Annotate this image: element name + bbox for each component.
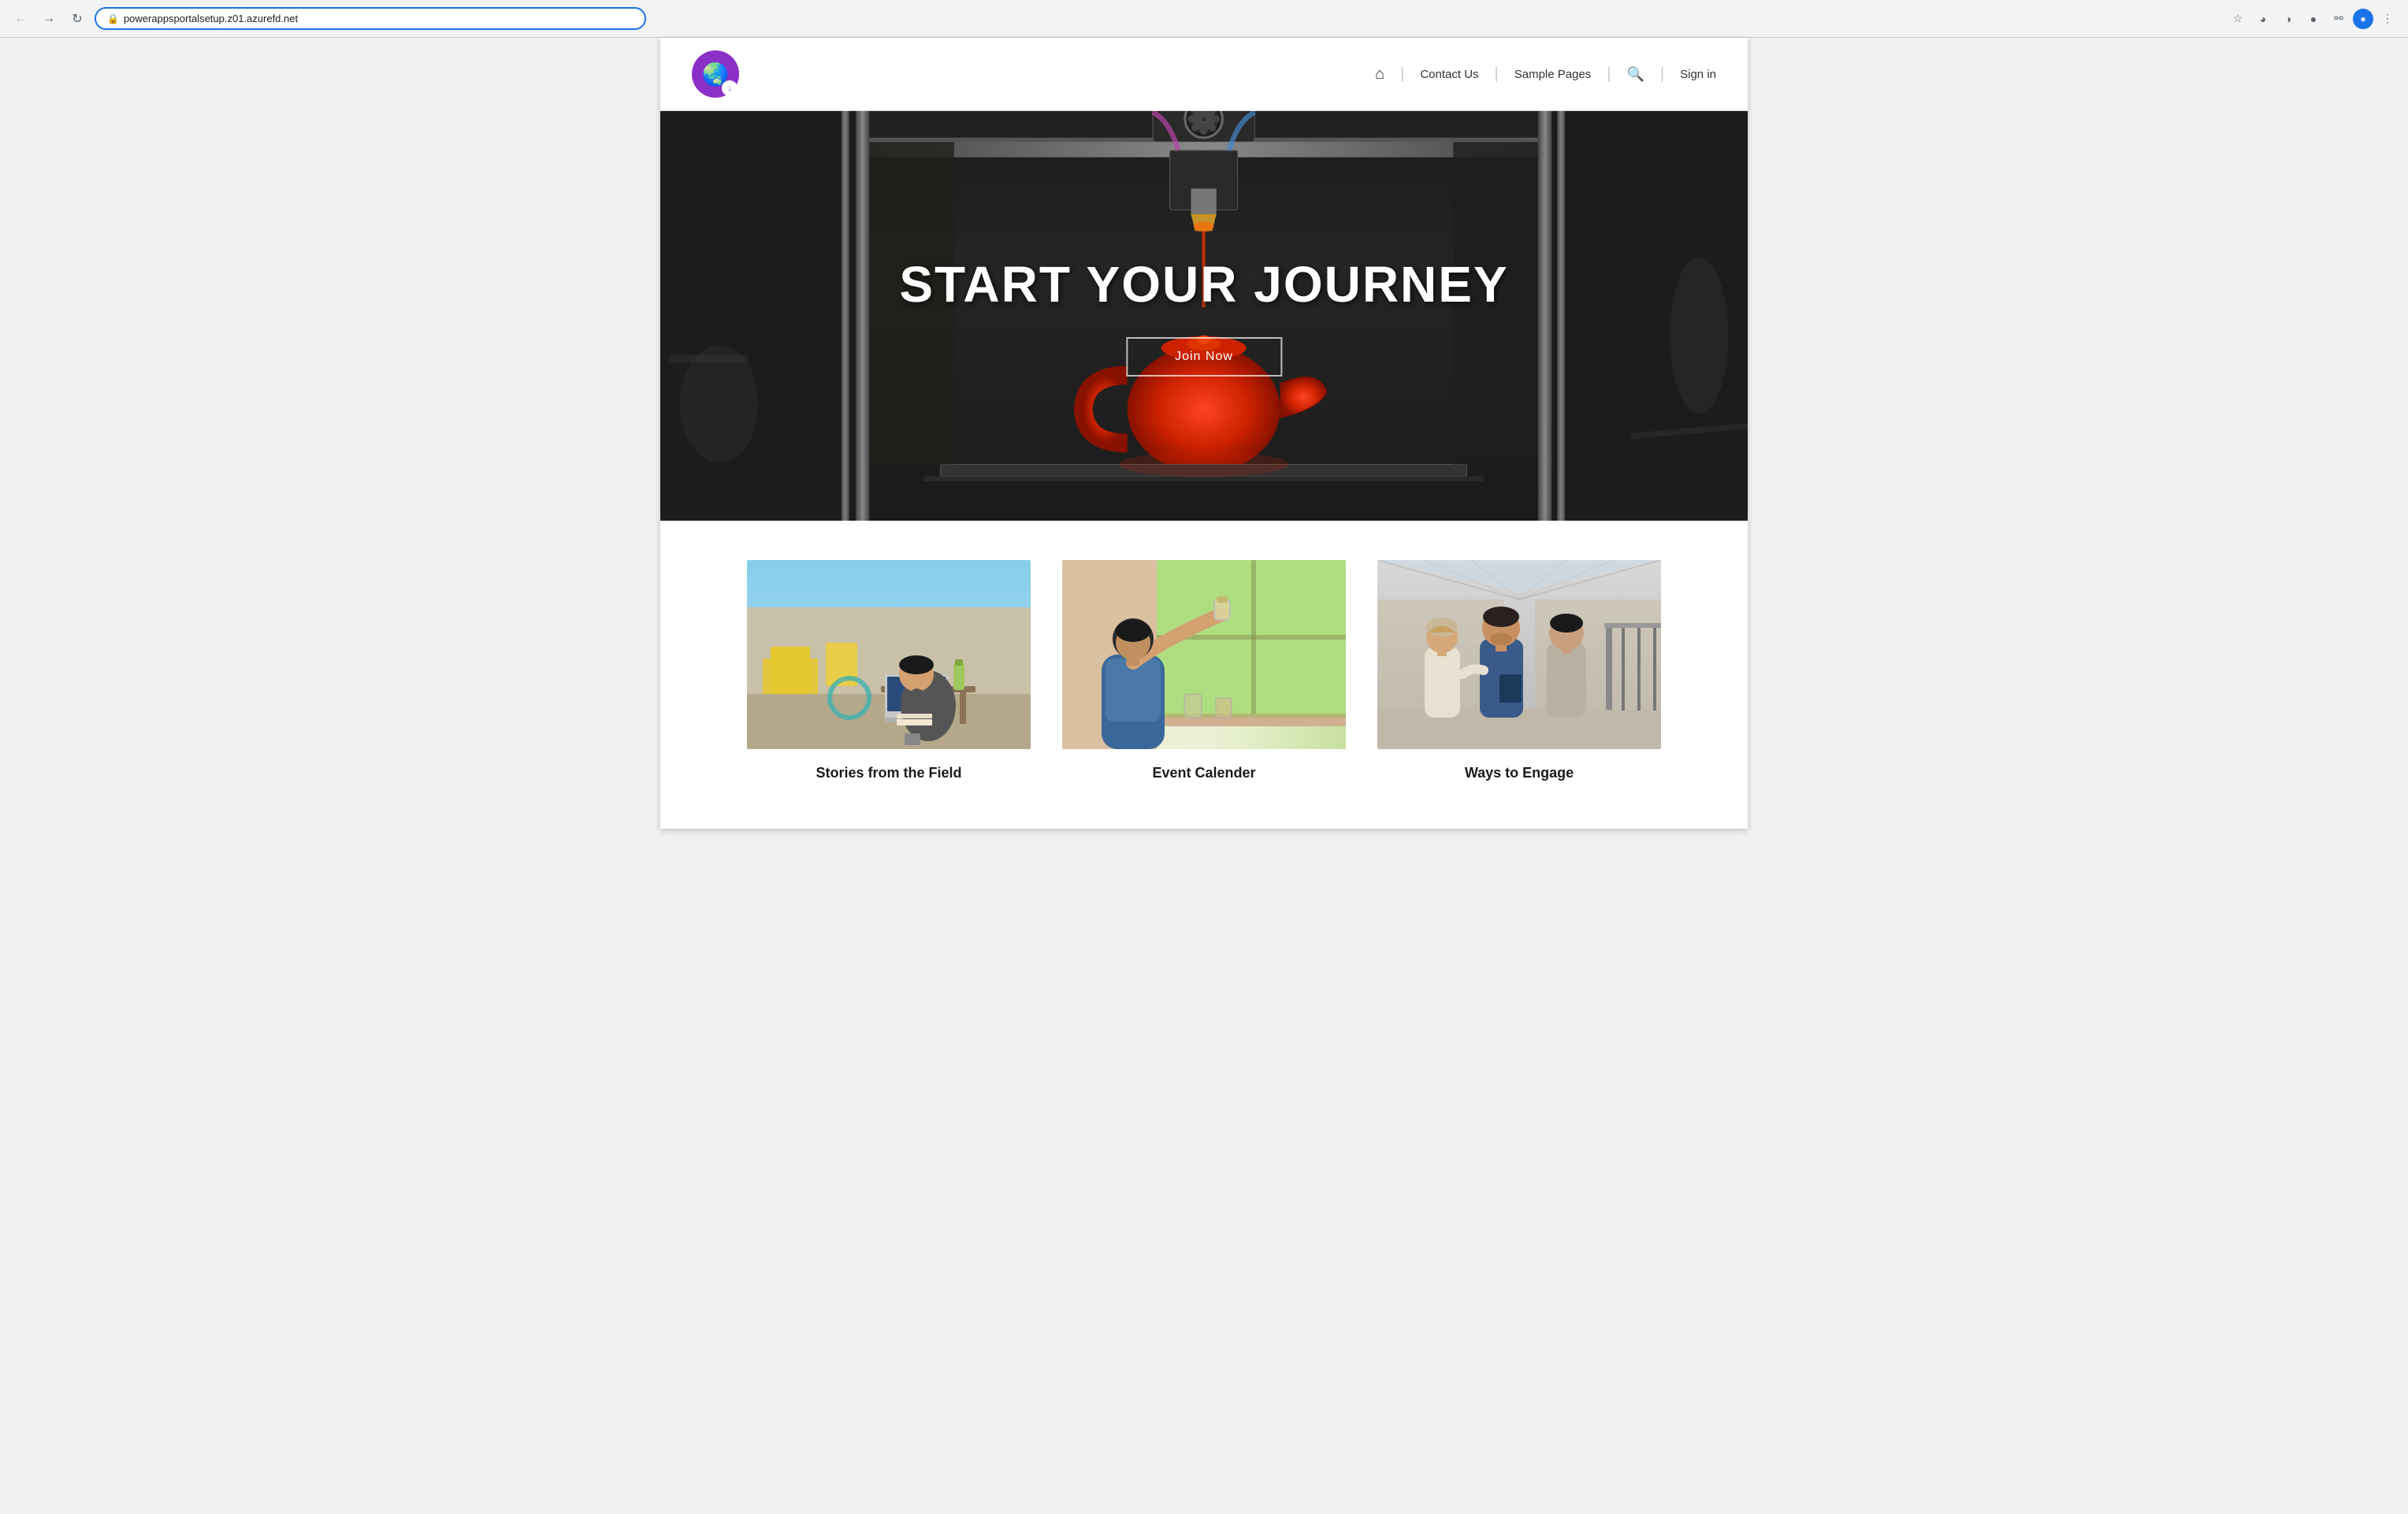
browser-chrome: ← → ↻ 🔒 powerappsportalsetup.z01.azurefd… [0,0,2408,38]
address-bar[interactable]: 🔒 powerappsportalsetup.z01.azurefd.net [95,7,646,30]
nav-divider-1: | [1400,65,1404,83]
bookmark-button[interactable]: ☆ [2227,8,2249,30]
stories-image-svg [747,560,1031,749]
extensions-button[interactable]: ⚯ [2328,8,2350,30]
cards-section: Stories from the Field [660,521,1748,829]
home-icon[interactable]: ⌂ [1375,65,1384,83]
card-engage-image [1377,560,1661,749]
hero-title: START YOUR JOURNEY [899,255,1508,314]
signin-link[interactable]: Sign in [1680,68,1716,81]
join-now-button[interactable]: Join Now [1126,337,1282,377]
browser-actions: ☆ ◕ ◑ ● ⚯ ● ⋮ [2227,8,2399,30]
card-events-title: Event Calender [1152,765,1255,781]
lock-icon: 🔒 [107,13,119,24]
card-stories-image [747,560,1031,749]
forward-button[interactable]: → [38,8,60,30]
profile-sync-button[interactable]: ◕ [2252,8,2274,30]
card-engage-title: Ways to Engage [1465,765,1574,781]
hero-right-panel [1552,111,1748,521]
card-events: Event Calender [1062,560,1346,781]
events-image-svg [1062,560,1346,749]
nav-divider-4: | [1660,65,1664,83]
hero-content: START YOUR JOURNEY Join Now [899,255,1508,377]
menu-button[interactable]: ⋮ [2376,8,2399,30]
card-stories-title: Stories from the Field [816,765,961,781]
refresh-button[interactable]: ↻ [66,8,88,30]
engage-image-svg [1377,560,1661,749]
site-nav: ⌂ | Contact Us | Sample Pages | 🔍 | Sign… [1375,65,1716,83]
settings-button[interactable]: ● [2302,8,2324,30]
nav-divider-2: | [1495,65,1499,83]
nav-divider-3: | [1607,65,1611,83]
user-profile-button[interactable]: ● [2353,9,2373,29]
shield-button[interactable]: ◑ [2277,8,2299,30]
sample-pages-link[interactable]: Sample Pages [1514,68,1592,81]
back-button[interactable]: ← [9,8,32,30]
hero-section: START YOUR JOURNEY Join Now [660,111,1748,521]
site-header: 🌏 ↓ ⌂ | Contact Us | Sample Pages | 🔍 | … [660,38,1748,111]
hero-left-panel [660,111,856,521]
contact-us-link[interactable]: Contact Us [1420,68,1478,81]
download-badge: ↓ [722,80,738,96]
search-icon[interactable]: 🔍 [1627,66,1644,83]
logo-circle: 🌏 ↓ [692,50,739,98]
website-container: 🌏 ↓ ⌂ | Contact Us | Sample Pages | 🔍 | … [660,38,1748,829]
site-logo[interactable]: 🌏 ↓ [692,50,739,98]
card-events-image [1062,560,1346,749]
card-stories: Stories from the Field [747,560,1031,781]
card-engage: Ways to Engage [1377,560,1661,781]
url-text: powerappsportalsetup.z01.azurefd.net [124,13,298,24]
